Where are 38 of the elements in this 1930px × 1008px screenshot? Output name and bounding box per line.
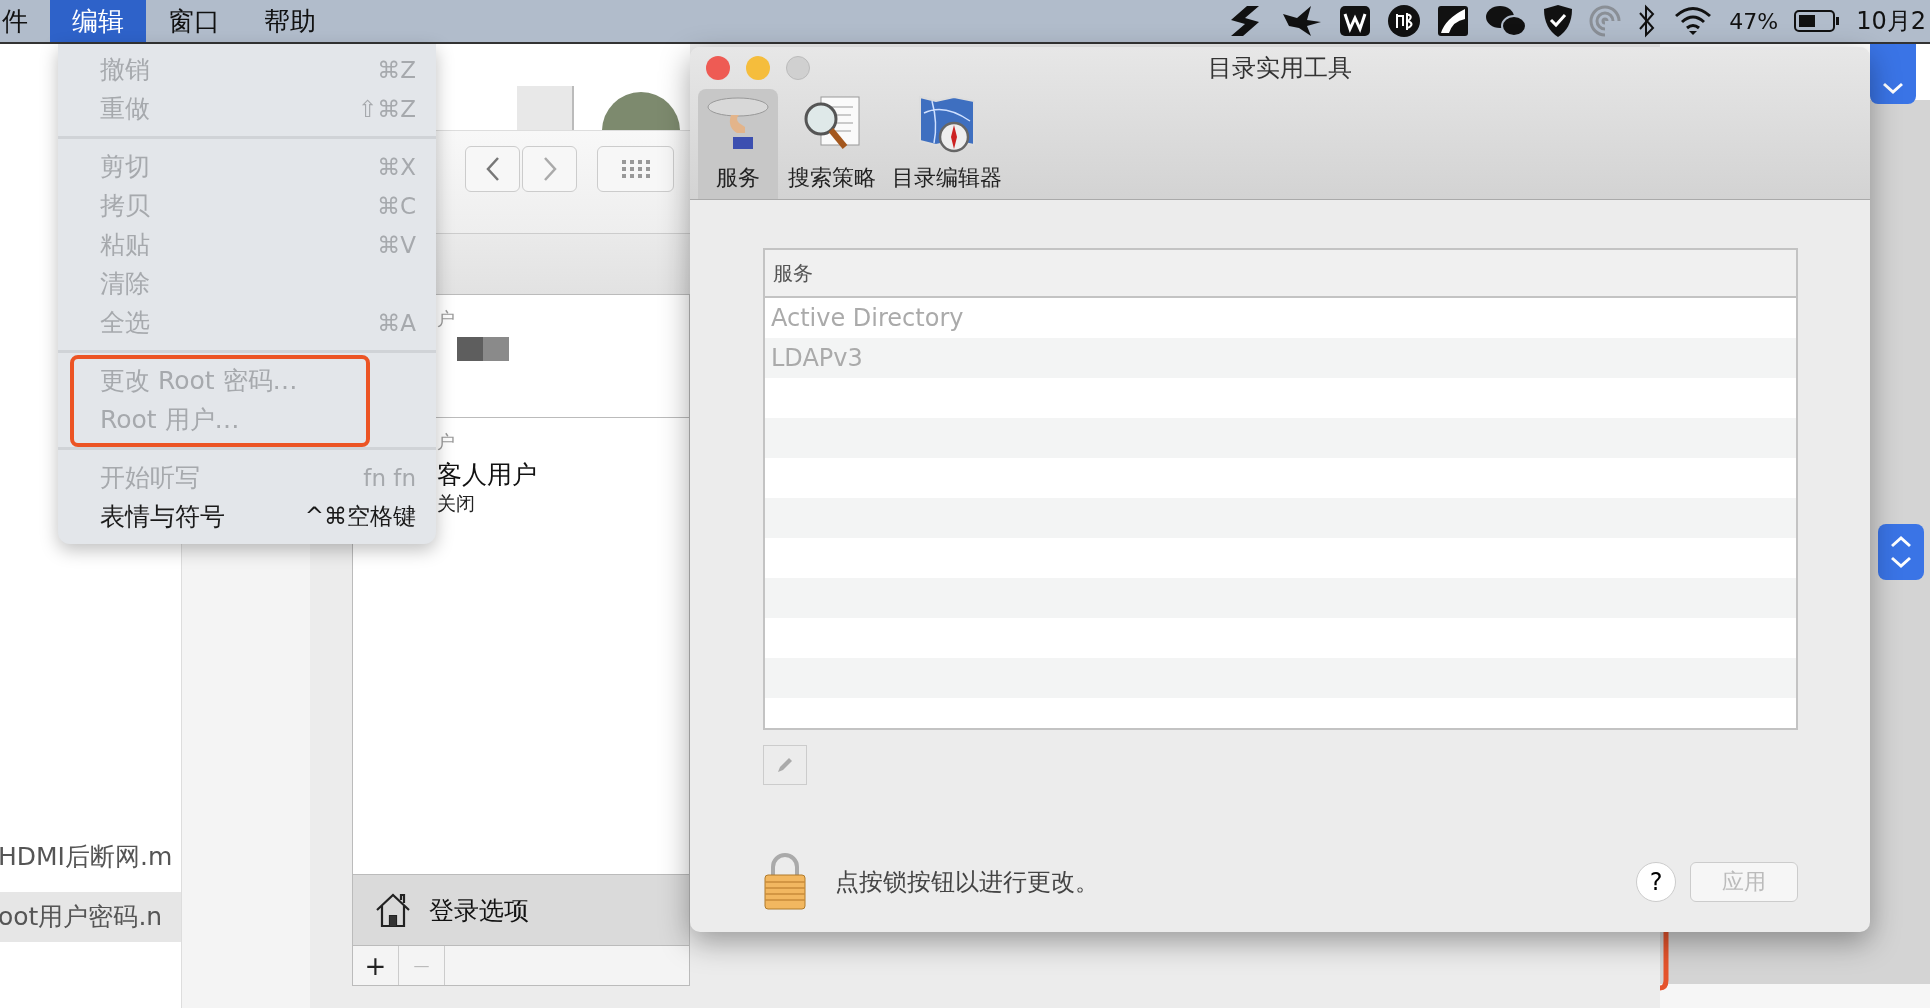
chevron-right-icon <box>541 156 558 182</box>
chat-bubbles-icon[interactable] <box>1485 4 1528 38</box>
login-options-item[interactable]: 登录选项 <box>352 874 690 946</box>
app-tile-icon[interactable] <box>1339 5 1372 37</box>
section-header: 户 <box>437 307 455 331</box>
menu-item[interactable]: 窗口 <box>146 0 242 42</box>
toolbar-tab[interactable]: 搜索策略 <box>782 89 882 199</box>
toolbar-tab[interactable]: 目录编辑器 <box>886 89 1008 199</box>
lock-message: 点按锁按钮以进行更改。 <box>835 867 1100 898</box>
stepper-button[interactable] <box>1878 524 1924 580</box>
image-tile-icon[interactable] <box>1437 5 1470 37</box>
grid-icon <box>620 159 651 179</box>
menu-item[interactable]: 编辑 <box>50 0 146 42</box>
highlight-frame <box>1660 932 1669 991</box>
show-all-button[interactable] <box>597 146 674 192</box>
chevron-left-icon <box>484 156 501 182</box>
toolbar-tab[interactable]: 服务 <box>698 89 778 199</box>
back-button[interactable] <box>465 146 520 192</box>
menu-entry[interactable]: 表情与符号 ^⌘空格键 <box>58 497 436 536</box>
section-header: 户 <box>437 430 455 454</box>
menu-item[interactable]: 帮助 <box>242 0 338 42</box>
user-name[interactable]: 客人用户 <box>437 458 537 491</box>
pencil-icon <box>775 755 795 775</box>
window-title: 目录实用工具 <box>1208 53 1352 84</box>
file-item[interactable]: oot用户密码.n <box>0 892 181 942</box>
column-header: 服务 <box>765 250 1796 298</box>
chevron-down-icon <box>1881 82 1905 96</box>
battery-percentage[interactable]: 47% <box>1729 8 1779 34</box>
menu-item[interactable]: 件 <box>2 0 50 42</box>
dropdown-button[interactable] <box>1870 44 1916 104</box>
clock[interactable]: 10月2 <box>1856 5 1926 37</box>
file-item[interactable]: HDMI后断网.m <box>0 832 181 882</box>
shield-check-icon[interactable] <box>1543 4 1574 38</box>
help-button[interactable]: ? <box>1636 862 1676 902</box>
user-status: 关闭 <box>437 491 475 516</box>
round-seal-icon[interactable] <box>1387 4 1422 38</box>
close-button[interactable] <box>706 56 730 80</box>
battery-icon[interactable] <box>1794 9 1841 33</box>
